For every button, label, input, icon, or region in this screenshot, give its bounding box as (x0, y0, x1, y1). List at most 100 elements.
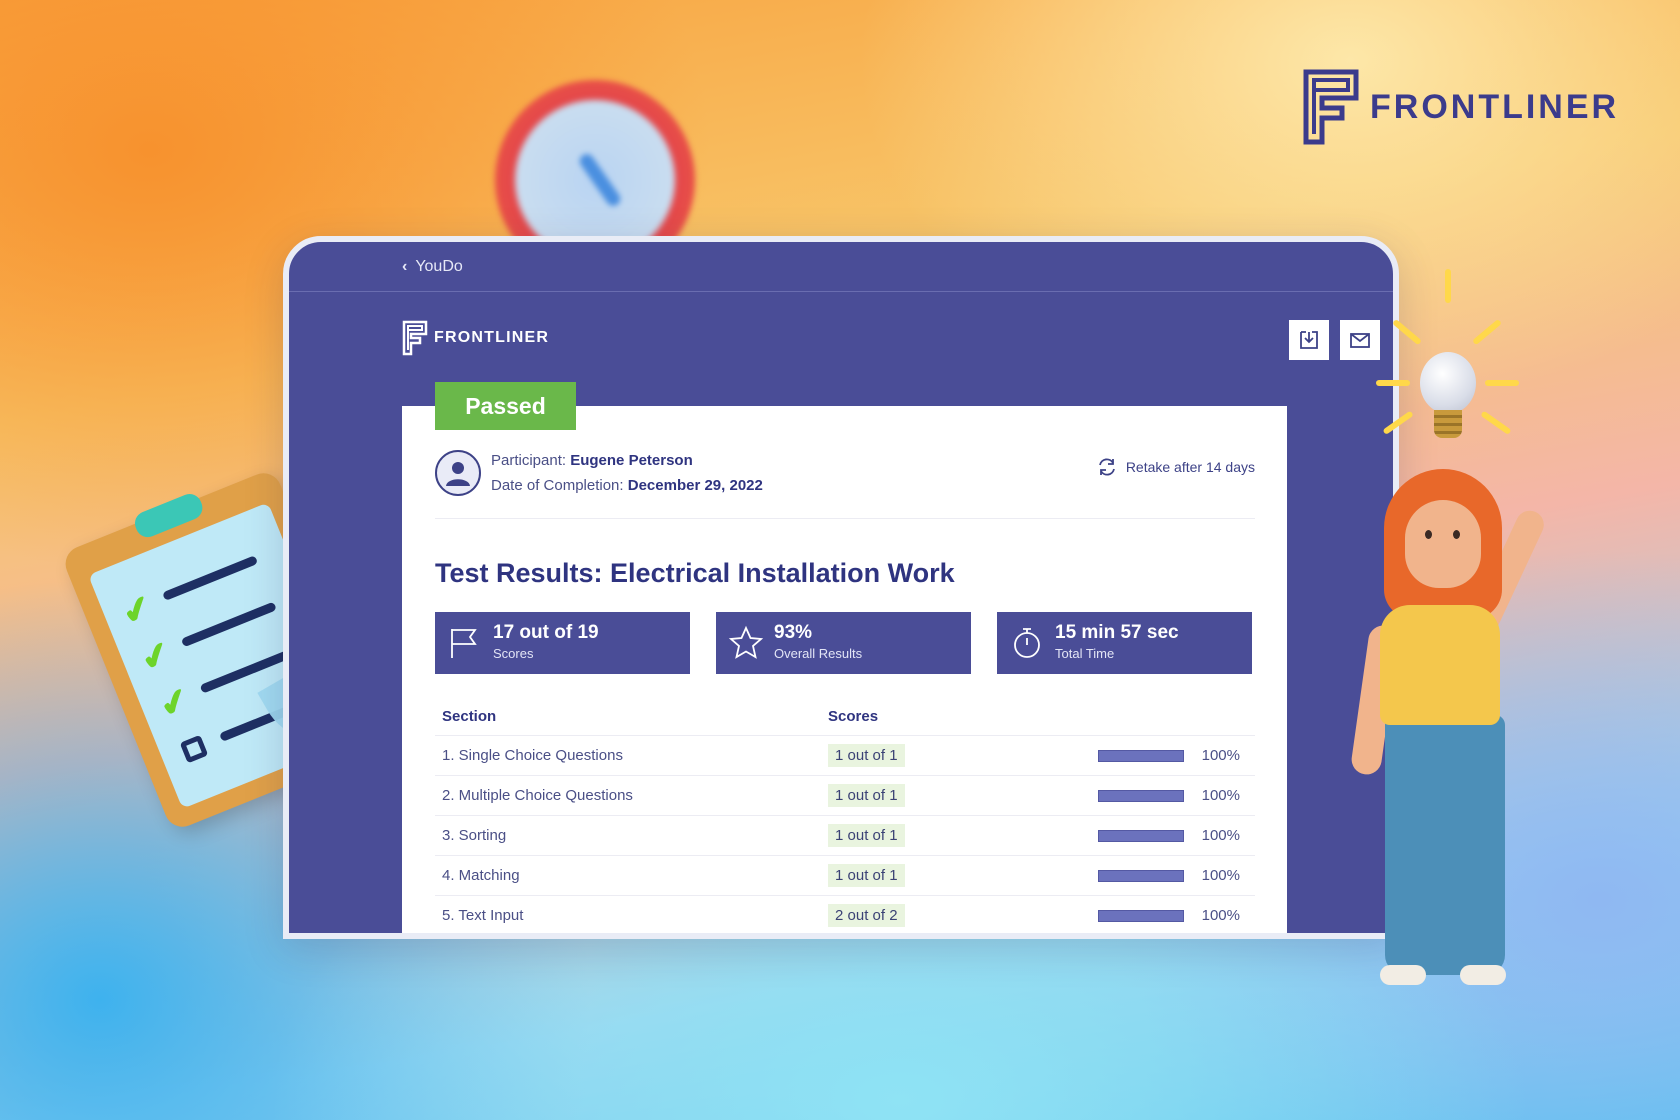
progress-bar-fill (1099, 910, 1183, 921)
stat-overall: 93% Overall Results (716, 612, 971, 674)
character-eye (1453, 530, 1460, 539)
participant-name: Eugene Peterson (570, 452, 693, 469)
column-header-section: Section (442, 708, 497, 725)
app-header: FRONTLINER (289, 292, 1393, 380)
character-face (1405, 500, 1481, 588)
empty-checkbox-icon (179, 734, 209, 764)
stat-time-label: Total Time (1055, 646, 1115, 661)
progress-bar-fill (1099, 830, 1183, 841)
lightbulb-icon (1420, 352, 1476, 414)
light-ray (1376, 380, 1410, 386)
section-name: 4. Matching (442, 867, 520, 884)
completion-date-value: December 29, 2022 (627, 477, 763, 494)
brand-name: FRONTLINER (1370, 87, 1620, 126)
clock-hand (577, 151, 623, 209)
progress-bar (1098, 789, 1184, 802)
section-score: 1 out of 1 (828, 784, 1098, 807)
participant-info: Participant: Eugene Peterson Date of Com… (435, 448, 763, 498)
score-chip: 1 out of 1 (828, 824, 905, 847)
back-chevron-icon[interactable]: ‹ (402, 258, 407, 276)
table-header: Section Scores (435, 698, 1255, 736)
app-logo-text: FRONTLINER (434, 329, 550, 346)
progress-bar-fill (1099, 790, 1183, 801)
top-bar: ‹ YouDo (289, 242, 1393, 292)
participant-line: Participant: Eugene Peterson (491, 448, 763, 473)
stat-overall-value: 93% (774, 622, 813, 643)
table-row: 5. Text Input 2 out of 2 100% (435, 896, 1255, 933)
status-badge: Passed (435, 382, 576, 430)
download-icon (1300, 331, 1318, 349)
retake-text: Retake after 14 days (1125, 459, 1255, 475)
woman-character-illustration (1349, 465, 1610, 1045)
table-row: 4. Matching 1 out of 1 100% (435, 856, 1255, 896)
stopwatch-icon (1014, 628, 1040, 658)
refresh-icon (1098, 458, 1115, 476)
frontliner-brand: FRONTLINER (1302, 68, 1619, 146)
frontliner-logo-icon (1303, 69, 1359, 145)
section-percent: 100% (1201, 907, 1240, 924)
table-row: 2. Multiple Choice Questions 1 out of 1 … (435, 776, 1255, 816)
section-name: 5. Text Input (442, 907, 524, 924)
stat-scores-value: 17 out of 19 (493, 622, 599, 643)
stat-overall-label: Overall Results (774, 646, 863, 661)
character-shoe (1380, 965, 1426, 985)
score-chip: 1 out of 1 (828, 744, 905, 767)
score-chip: 1 out of 1 (828, 784, 905, 807)
character-pants (1385, 715, 1505, 975)
section-percent: 100% (1201, 747, 1240, 764)
section-percent: 100% (1201, 787, 1240, 804)
user-icon (446, 462, 470, 486)
participant-label: Participant: (491, 452, 567, 469)
retake-info: Retake after 14 days (1096, 456, 1255, 478)
section-percent: 100% (1201, 867, 1240, 884)
score-chip: 1 out of 1 (828, 864, 905, 887)
light-ray (1445, 269, 1451, 303)
progress-bar (1098, 909, 1184, 922)
character-shirt (1380, 605, 1500, 725)
results-table: Section Scores 1. Single Choice Question… (435, 698, 1255, 933)
flag-icon (451, 629, 477, 658)
section-score: 1 out of 1 (828, 824, 1098, 847)
progress-bar (1098, 869, 1184, 882)
section-name: 3. Sorting (442, 827, 507, 844)
star-icon (728, 625, 764, 659)
stats-row: 17 out of 19 Scores 93% Overall Results (435, 612, 1252, 674)
progress-bar (1098, 749, 1184, 762)
section-score: 1 out of 1 (828, 744, 1098, 767)
tablet-frame: ‹ YouDo FRONTLINER Passed Participant: E… (283, 236, 1399, 939)
stat-time-value: 15 min 57 sec (1055, 622, 1179, 643)
table-row: 3. Sorting 1 out of 1 100% (435, 816, 1255, 856)
check-icon: ✔ (116, 587, 158, 634)
section-name: 1. Single Choice Questions (442, 747, 623, 764)
table-row: 1. Single Choice Questions 1 out of 1 10… (435, 736, 1255, 776)
lightbulb-base (1434, 410, 1462, 438)
mail-icon (1350, 333, 1370, 348)
light-ray (1472, 318, 1502, 346)
back-link[interactable]: YouDo (415, 258, 462, 276)
stat-scores: 17 out of 19 Scores (435, 612, 690, 674)
frontliner-logo-icon (402, 320, 428, 356)
character-eye (1425, 530, 1432, 539)
checklist-line (162, 555, 259, 601)
app-logo: FRONTLINER (402, 320, 549, 356)
light-ray (1485, 380, 1519, 386)
results-card: Participant: Eugene Peterson Date of Com… (402, 406, 1287, 933)
checklist-line (180, 601, 277, 648)
column-header-scores: Scores (828, 708, 879, 725)
check-icon: ✔ (154, 680, 195, 726)
participant-text: Participant: Eugene Peterson Date of Com… (491, 448, 763, 498)
divider (435, 518, 1255, 519)
progress-bar (1098, 829, 1184, 842)
stat-time: 15 min 57 sec Total Time (997, 612, 1252, 674)
email-button[interactable] (1340, 320, 1380, 360)
page-title: Test Results: Electrical Installation Wo… (435, 558, 955, 588)
progress-bar-fill (1099, 750, 1183, 761)
section-score: 2 out of 2 (828, 904, 1098, 927)
section-score: 1 out of 1 (828, 864, 1098, 887)
score-chip: 2 out of 2 (828, 904, 905, 927)
completion-date-label: Date of Completion: (491, 477, 624, 494)
section-percent: 100% (1201, 827, 1240, 844)
stat-scores-label: Scores (493, 646, 534, 661)
download-button[interactable] (1289, 320, 1329, 360)
progress-bar-fill (1099, 870, 1183, 881)
